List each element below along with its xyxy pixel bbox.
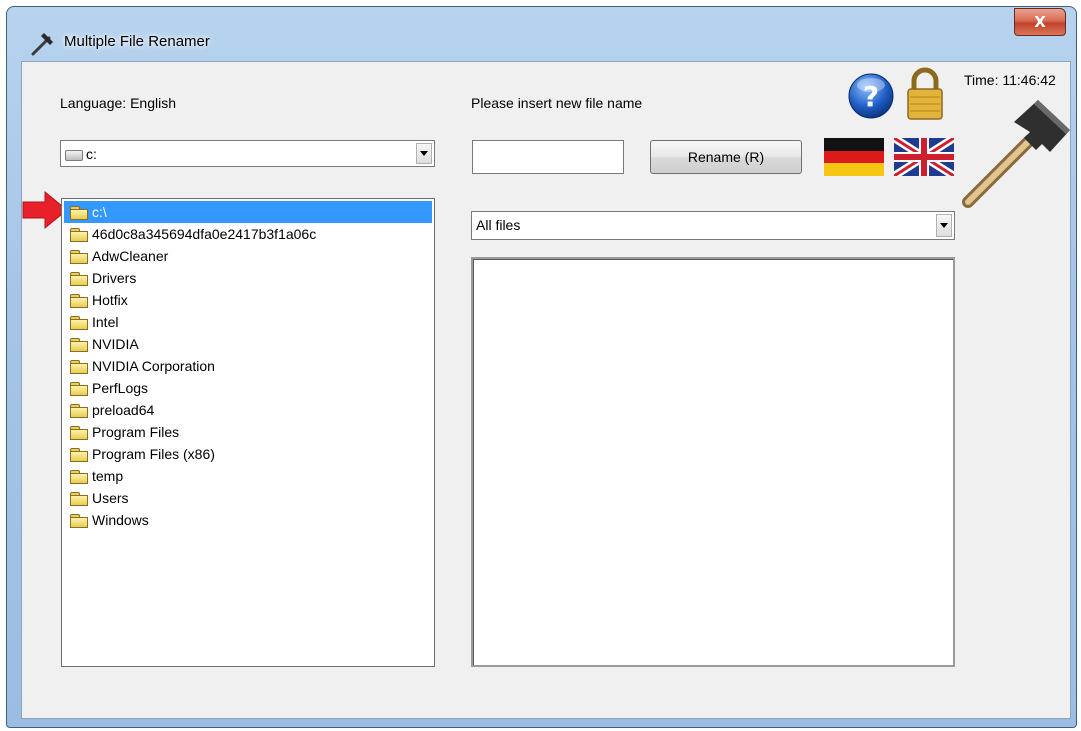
drive-select-text: c: [86,146,97,162]
filter-dropdown-arrow[interactable] [936,214,952,237]
tree-item[interactable]: Windows [70,509,149,531]
drive-dropdown-arrow[interactable] [416,143,432,164]
tree-item-label: Users [92,490,129,506]
tree-item-label: Program Files (x86) [92,446,215,462]
tree-item-label: Program Files [92,424,180,440]
tree-item-label: NVIDIA [92,336,139,352]
hammer-icon [31,33,53,56]
file-filter-select[interactable]: All files [471,211,955,240]
folder-icon [70,403,88,418]
chevron-down-icon [420,151,428,156]
folder-icon [70,227,88,242]
tree-item-label: Windows [92,512,149,528]
uk-flag-icon[interactable] [894,138,954,176]
tree-item-label: 46d0c8a345694dfa0e2417b3f1a06c [92,226,317,242]
rename-button[interactable]: Rename (R) [650,140,802,174]
tree-item[interactable]: temp [70,465,123,487]
clock-time: Time: 11:46:42 [964,72,1056,88]
folder-icon [70,337,88,352]
file-filter-value: All files [476,217,521,233]
folder-icon [70,293,88,308]
folder-icon [70,513,88,528]
tree-item-label: preload64 [92,402,155,418]
folder-icon [70,271,88,286]
tree-item[interactable]: Drivers [70,267,136,289]
tree-item-label: Hotfix [92,292,128,308]
tree-item-label: AdwCleaner [92,248,169,264]
tree-item[interactable]: Program Files [70,421,179,443]
tree-item[interactable]: Intel [70,311,118,333]
rename-prompt: Please insert new file name [471,95,643,111]
folder-icon [70,249,88,264]
folder-icon [70,425,88,440]
language-label: Language: English [60,95,176,111]
folder-icon [70,359,88,374]
german-flag-icon[interactable] [824,138,884,176]
tree-item[interactable]: AdwCleaner [70,245,168,267]
folder-icon [70,381,88,396]
svg-text:?: ? [863,80,879,113]
tree-item-label: Intel [92,314,119,330]
tree-item[interactable]: NVIDIA Corporation [70,355,215,377]
folder-icon [70,315,88,330]
close-button[interactable]: X [1014,8,1066,36]
tree-item-label: NVIDIA Corporation [92,358,215,374]
tree-item[interactable]: Program Files (x86) [70,443,215,465]
help-icon[interactable]: ? [847,72,895,120]
drive-select[interactable]: c: [60,140,435,167]
tree-item-label: c:\ [92,204,107,220]
window-title: Multiple File Renamer [64,33,210,50]
new-filename-input[interactable] [472,140,624,174]
folder-open-icon [70,205,88,220]
tree-item-label: PerfLogs [92,380,149,396]
tree-item-label: Drivers [92,270,137,286]
tree-item[interactable]: NVIDIA [70,333,139,355]
tree-item[interactable]: preload64 [70,399,154,421]
tree-item-root[interactable]: c:\ [64,201,432,223]
drive-icon [65,149,83,161]
tree-item[interactable]: PerfLogs [70,377,148,399]
drive-select-value: c: [65,146,97,162]
tree-item[interactable]: Users [70,487,129,509]
folder-icon [70,469,88,484]
chevron-down-icon [940,223,948,228]
file-list[interactable] [471,257,955,667]
folder-icon [70,447,88,462]
title-bar[interactable]: Multiple File Renamer [7,7,1076,61]
hammer-icon [962,100,1070,208]
tree-item-label: temp [92,468,124,484]
tree-item[interactable]: 46d0c8a345694dfa0e2417b3f1a06c [70,223,316,245]
folder-tree[interactable]: c:\ 46d0c8a345694dfa0e2417b3f1a06c AdwCl… [61,198,435,667]
folder-icon [70,491,88,506]
tree-item[interactable]: Hotfix [70,289,128,311]
lock-icon[interactable] [904,66,946,122]
